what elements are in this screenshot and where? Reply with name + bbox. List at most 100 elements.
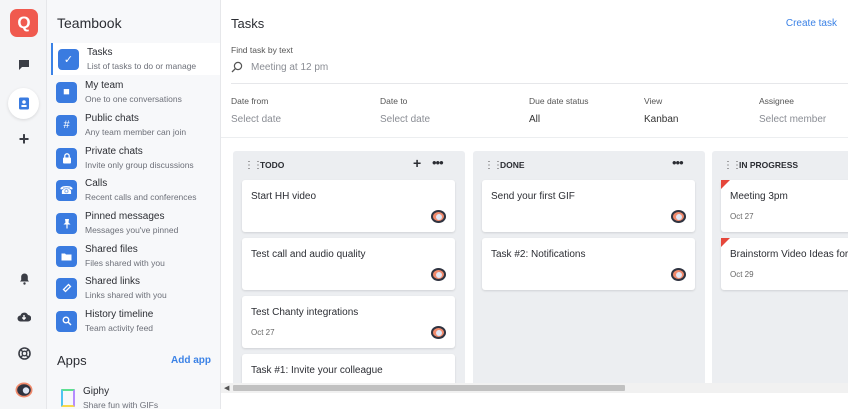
sidebar-item-public-chats[interactable]: # Public chats Any team member can join xyxy=(51,109,220,141)
column-title: IN PROGRESS xyxy=(739,160,799,170)
sidebar-item-label: Pinned messages xyxy=(85,210,165,222)
giphy-icon xyxy=(61,389,75,407)
overdue-flag xyxy=(721,180,730,189)
filter-value[interactable]: Select date xyxy=(380,114,430,125)
scrollbar-thumb[interactable] xyxy=(233,385,625,391)
sidebar-item-label: Giphy xyxy=(83,385,110,397)
filter-value[interactable]: All xyxy=(529,114,589,125)
task-title: Brainstorm Video Ideas for Q4 xyxy=(730,249,848,260)
task-due-date: Oct 27 xyxy=(730,212,754,221)
sidebar-item-shared-files[interactable]: Shared files Files shared with you xyxy=(51,240,220,272)
task-card[interactable]: Meeting 3pm Oct 27 xyxy=(721,180,848,232)
sidebar-item-subtitle: Recent calls and conferences xyxy=(85,191,197,202)
plus-icon[interactable]: + xyxy=(11,126,37,152)
filter-assignee[interactable]: Assignee Select member xyxy=(759,96,826,125)
sidebar-item-subtitle: List of tasks to do or manage xyxy=(87,60,197,71)
hash-icon: # xyxy=(56,114,77,136)
task-due-date: Oct 29 xyxy=(730,270,754,279)
sidebar-item-history-timeline[interactable]: History timeline Team activity feed xyxy=(51,305,220,337)
assignee-avatar[interactable] xyxy=(431,210,446,223)
task-card[interactable]: Task #2: Notifications xyxy=(482,238,695,290)
task-title: Test call and audio quality xyxy=(251,249,366,260)
sidebar-item-label: Shared links xyxy=(85,275,141,287)
sidebar-item-tasks[interactable]: ✓ Tasks List of tasks to do or manage xyxy=(51,43,220,75)
scroll-left-icon[interactable]: ◀ xyxy=(224,384,229,392)
sidebar-title: Teambook xyxy=(57,15,122,31)
sidebar-item-label: Private chats xyxy=(85,145,143,157)
assignee-avatar[interactable] xyxy=(671,268,686,281)
create-task-button[interactable]: Create task xyxy=(786,18,837,29)
kanban-column-done: ⋮⋮ DONE ••• Send your first GIF Task #2:… xyxy=(473,151,705,383)
task-card[interactable]: Test call and audio quality xyxy=(242,238,455,290)
cloud-download-icon[interactable] xyxy=(11,303,37,329)
folder-icon xyxy=(56,245,77,267)
search-icon xyxy=(231,61,243,76)
sidebar-item-calls[interactable]: ☎ Calls Recent calls and conferences xyxy=(51,174,220,206)
filter-view[interactable]: View Kanban xyxy=(644,96,678,125)
sidebar-item-subtitle: Share fun with GIFs xyxy=(83,399,159,409)
sidebar-item-subtitle: Files shared with you xyxy=(85,257,165,268)
column-header: ⋮⋮ TODO + ••• xyxy=(233,151,465,179)
lock-icon xyxy=(56,147,77,169)
sidebar-item-subtitle: Team activity feed xyxy=(85,322,154,333)
tasks-panel: Tasks Create task Find task by text Date… xyxy=(221,0,848,409)
overdue-flag xyxy=(721,238,730,247)
assignee-avatar[interactable] xyxy=(671,210,686,223)
sidebar-item-my-team[interactable]: ■ My team One to one conversations xyxy=(51,76,220,108)
add-card-button[interactable]: + xyxy=(413,155,421,171)
filter-label: View xyxy=(644,96,663,106)
sidebar-item-label: Public chats xyxy=(85,112,139,124)
task-title: Meeting 3pm xyxy=(730,191,788,202)
filter-value[interactable]: Select date xyxy=(231,114,281,125)
sidebar-item-pinned-messages[interactable]: Pinned messages Messages you've pinned xyxy=(51,207,220,239)
icon-rail: Q + xyxy=(0,0,47,409)
phone-icon: ☎ xyxy=(56,179,77,201)
assignee-avatar[interactable] xyxy=(431,326,446,339)
search-label: Find task by text xyxy=(231,45,293,55)
task-title: Send your first GIF xyxy=(491,191,575,202)
task-card[interactable]: Test Chanty integrations Oct 27 xyxy=(242,296,455,348)
link-icon xyxy=(56,277,77,299)
sidebar-item-shared-links[interactable]: Shared links Links shared with you xyxy=(51,272,220,304)
page-title: Tasks xyxy=(231,16,265,31)
more-options-icon[interactable]: ••• xyxy=(672,155,684,170)
task-card[interactable]: Send your first GIF xyxy=(482,180,695,232)
kanban-column-in-progress: ⋮⋮ IN PROGRESS Meeting 3pm Oct 27 Brains… xyxy=(712,151,848,383)
contacts-icon[interactable] xyxy=(8,88,39,119)
filter-value[interactable]: Kanban xyxy=(644,114,678,125)
search-icon xyxy=(56,310,77,332)
sidebar-item-label: History timeline xyxy=(85,308,154,320)
lifebuoy-icon[interactable] xyxy=(11,340,37,366)
sidebar-item-label: My team xyxy=(85,79,124,91)
sidebar-item-subtitle: One to one conversations xyxy=(85,93,182,104)
user-avatar[interactable] xyxy=(11,377,37,403)
filter-date-from[interactable]: Date from Select date xyxy=(231,96,281,125)
task-card[interactable]: Start HH video xyxy=(242,180,455,232)
more-options-icon[interactable]: ••• xyxy=(432,155,444,170)
column-header: ⋮⋮ IN PROGRESS xyxy=(712,151,848,179)
filter-date-to[interactable]: Date to Select date xyxy=(380,96,430,125)
chat-icon[interactable] xyxy=(11,52,37,78)
apps-heading: Apps xyxy=(57,353,87,368)
sidebar-item-private-chats[interactable]: Private chats Invite only group discussio… xyxy=(51,142,220,174)
filter-value[interactable]: Select member xyxy=(759,114,826,125)
column-header: ⋮⋮ DONE ••• xyxy=(473,151,705,179)
search-input[interactable] xyxy=(251,62,551,73)
column-title: TODO xyxy=(260,160,285,170)
task-title: Task #1: Invite your colleague xyxy=(251,365,383,376)
horizontal-scrollbar[interactable]: ◀ xyxy=(221,383,848,393)
task-icon: ✓ xyxy=(58,48,79,70)
bell-icon[interactable] xyxy=(11,266,37,292)
filter-due-date-status[interactable]: Due date status All xyxy=(529,96,589,125)
sidebar-item-subtitle: Links shared with you xyxy=(85,289,167,300)
filter-label: Date to xyxy=(380,96,408,106)
sidebar-item-giphy[interactable]: Giphy Share fun with GIFs xyxy=(51,382,220,409)
add-app-link[interactable]: Add app xyxy=(171,355,211,366)
team-icon: ■ xyxy=(56,81,77,103)
assignee-avatar[interactable] xyxy=(431,268,446,281)
task-card[interactable]: Brainstorm Video Ideas for Q4 Oct 29 xyxy=(721,238,848,290)
workspace-logo[interactable]: Q xyxy=(10,9,38,37)
task-card[interactable]: Task #1: Invite your colleague xyxy=(242,354,455,383)
teambook-sidebar: Teambook ✓ Tasks List of tasks to do or m… xyxy=(47,0,221,409)
sidebar-item-label: Shared files xyxy=(85,243,138,255)
